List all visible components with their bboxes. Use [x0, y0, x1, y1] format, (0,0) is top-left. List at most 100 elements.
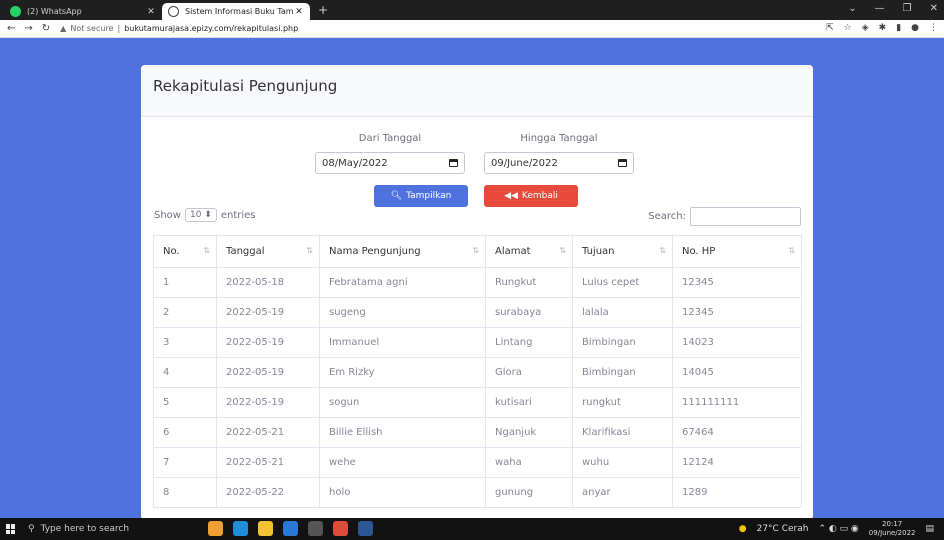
table-row: 3 2022-05-19 Immanuel Lintang Bimbingan 14023: [153, 327, 802, 358]
widgets-icon[interactable]: [208, 521, 223, 536]
table-cell: 12345: [672, 267, 802, 298]
taskbar-apps: [208, 521, 373, 536]
table-cell: 2022-05-21: [216, 417, 320, 448]
minimize-icon[interactable]: —: [875, 3, 885, 14]
taskbar-search[interactable]: ⚲ Type here to search: [28, 524, 188, 534]
calendar-icon[interactable]: [618, 159, 627, 167]
sort-icon[interactable]: ⇅: [559, 246, 566, 255]
table-cell: 12345: [672, 297, 802, 328]
table-cell: Bimbingan: [572, 357, 673, 388]
menu-icon[interactable]: ⋮: [929, 23, 938, 33]
table-row: 5 2022-05-19 sogun kutisari rungkut 111111111: [153, 387, 802, 418]
profile-icon[interactable]: ●: [911, 23, 919, 33]
store-icon[interactable]: [283, 521, 298, 536]
weather-text[interactable]: 27°C Cerah: [757, 524, 809, 534]
table-cell: 2022-05-19: [216, 327, 320, 358]
extension-icon[interactable]: ◈: [862, 23, 869, 33]
word-icon[interactable]: [358, 521, 373, 536]
tab-buku-tamu[interactable]: Sistem Informasi Buku Tamu ✕: [162, 3, 310, 20]
table-cell: Lulus cepet: [572, 267, 673, 298]
table-cell: 3: [153, 327, 217, 358]
table-row: 1 2022-05-18 Febratama agni Rungkut Lulus ce…: [153, 267, 802, 298]
from-date-input[interactable]: 08/May/2022: [315, 152, 465, 174]
table-cell: Klarifikasi: [572, 417, 673, 448]
filter-from: Dari Tanggal 08/May/2022: [315, 133, 465, 174]
forward-icon[interactable]: →: [24, 23, 32, 34]
table-cell: holo: [319, 477, 486, 508]
close-icon[interactable]: ✕: [146, 7, 156, 17]
table-row: 4 2022-05-19 Em Rizky Glora Bimbingan 14045: [153, 357, 802, 388]
notification-icon[interactable]: ▤: [925, 524, 934, 534]
sort-icon[interactable]: ⇅: [203, 246, 210, 255]
column-header[interactable]: Alamat ⇅: [485, 235, 573, 268]
sort-icon[interactable]: ⇅: [306, 246, 313, 255]
windows-start-icon[interactable]: [6, 524, 16, 534]
table-cell: waha: [485, 447, 573, 478]
table-cell: 12124: [672, 447, 802, 478]
back-icon[interactable]: ←: [7, 23, 15, 34]
table-row: 2 2022-05-19 sugeng surabaya lalala 12345: [153, 297, 802, 328]
filter-to: Hingga Tanggal 09/June/2022: [484, 133, 634, 174]
system-tray: ● 27°C Cerah ⌃ ◐ ▭ ◉ 20:17 09/June/2022 …: [739, 520, 934, 538]
omnibox[interactable]: ▲ Not secure | bukutamurajasa.epizy.com/…: [60, 24, 298, 33]
globe-icon: [168, 6, 179, 17]
table-cell: Rungkut: [485, 267, 573, 298]
url-text: bukutamurajasa.epizy.com/rekapitulasi.ph…: [124, 24, 299, 33]
column-header[interactable]: No. HP ⇅: [672, 235, 802, 268]
close-icon[interactable]: ✕: [294, 7, 304, 17]
edge-icon[interactable]: [233, 521, 248, 536]
table-cell: Glora: [485, 357, 573, 388]
to-date-input[interactable]: 09/June/2022: [484, 152, 634, 174]
clock[interactable]: 20:17 09/June/2022: [869, 520, 916, 538]
table-cell: wehe: [319, 447, 486, 478]
search-input[interactable]: [690, 207, 801, 226]
toolbar-extensions: ⇱ ☆ ◈ ✱ ▮ ● ⋮: [826, 23, 938, 33]
sidepanel-icon[interactable]: ▮: [896, 23, 901, 33]
star-icon[interactable]: ☆: [844, 23, 852, 33]
table-cell: Billie Ellish: [319, 417, 486, 448]
rewind-icon: ◀◀: [504, 191, 518, 201]
chevron-down-icon[interactable]: ⌄: [848, 3, 856, 14]
tray-icons[interactable]: ⌃ ◐ ▭ ◉: [818, 524, 858, 534]
column-header[interactable]: No. ⇅: [153, 235, 217, 268]
sort-icon[interactable]: ⇅: [788, 246, 795, 255]
table-cell: 2022-05-18: [216, 267, 320, 298]
window-controls: ⌄ — ❐ ✕: [848, 3, 938, 14]
table-cell: Nganjuk: [485, 417, 573, 448]
kembali-button[interactable]: ◀◀ Kembali: [484, 185, 578, 207]
close-window-icon[interactable]: ✕: [930, 3, 938, 14]
sort-icon[interactable]: ⇅: [659, 246, 666, 255]
file-explorer-icon[interactable]: [258, 521, 273, 536]
chrome-icon[interactable]: [333, 521, 348, 536]
sort-icon[interactable]: ⇅: [472, 246, 479, 255]
table-cell: anyar: [572, 477, 673, 508]
whatsapp-icon: [10, 6, 21, 17]
browser-tab-strip: (2) WhatsApp ✕ Sistem Informasi Buku Tam…: [0, 0, 944, 20]
table-header-row: No. ⇅ Tanggal ⇅ Nama Pengunjung ⇅ Alamat ⇅ Tujua…: [153, 235, 802, 268]
tab-whatsapp[interactable]: (2) WhatsApp ✕: [4, 3, 162, 20]
table-cell: sogun: [319, 387, 486, 418]
from-date-label: Dari Tanggal: [358, 133, 422, 144]
column-header[interactable]: Nama Pengunjung ⇅: [319, 235, 486, 268]
share-icon[interactable]: ⇱: [826, 23, 834, 33]
media-icon[interactable]: [308, 521, 323, 536]
table-cell: 67464: [672, 417, 802, 448]
table-cell: gunung: [485, 477, 573, 508]
entries-select[interactable]: 10 ⬍: [184, 208, 217, 222]
warning-icon: ▲: [60, 24, 67, 33]
table-cell: 2: [153, 297, 217, 328]
puzzle-icon[interactable]: ✱: [879, 23, 887, 33]
restore-icon[interactable]: ❐: [903, 3, 912, 14]
calendar-icon[interactable]: [449, 159, 458, 167]
new-tab-icon[interactable]: +: [318, 3, 328, 17]
table-cell: sugeng: [319, 297, 486, 328]
to-date-label: Hingga Tanggal: [520, 133, 598, 144]
table-cell: Lintang: [485, 327, 573, 358]
table-cell: Febratama agni: [319, 267, 486, 298]
column-header[interactable]: Tanggal ⇅: [216, 235, 320, 268]
table-cell: 7: [153, 447, 217, 478]
column-header[interactable]: Tujuan ⇅: [572, 235, 673, 268]
tab-title: (2) WhatsApp: [27, 7, 82, 16]
reload-icon[interactable]: ↻: [42, 23, 50, 34]
tampilkan-button[interactable]: 🔍︎ Tampilkan: [374, 185, 468, 207]
